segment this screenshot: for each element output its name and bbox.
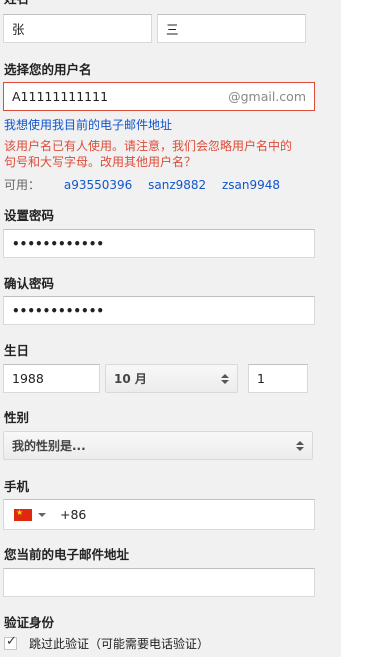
phone-input[interactable]: ★ +86	[3, 499, 315, 530]
birth-year-value: 1988	[12, 371, 44, 386]
country-selector[interactable]: ★	[14, 508, 46, 521]
country-code: +86	[60, 507, 87, 522]
birth-month-select[interactable]: 10 月	[105, 364, 238, 393]
suggestion-link-1[interactable]: a93550396	[64, 178, 132, 192]
birth-day-value: 1	[257, 371, 265, 386]
china-flag-icon: ★	[14, 508, 32, 521]
confirm-password-input[interactable]: ••••••••••••	[3, 296, 315, 325]
signup-form-panel: 姓名 张 三 选择您的用户名 A11111111111 @gmail.com 我…	[0, 0, 341, 657]
skip-verification-row: ✓ 跳过此验证（可能需要电话验证）	[4, 634, 210, 652]
username-value: A11111111111	[12, 89, 109, 104]
username-error-message: 该用户名已有人使用。请注意，我们会忽略用户名中的 句号和大写字母。改用其他用户名…	[4, 138, 334, 170]
username-domain-suffix: @gmail.com	[228, 89, 306, 104]
updown-arrows-icon	[296, 440, 304, 451]
current-email-input[interactable]	[3, 568, 315, 597]
phone-label: 手机	[4, 479, 30, 494]
use-current-email-link[interactable]: 我想使用我目前的电子邮件地址	[4, 116, 172, 133]
checkmark-icon: ✓	[6, 634, 17, 649]
updown-arrows-icon	[221, 373, 229, 384]
username-suggestions: 可用： a93550396 sanz9882 zsan9948	[4, 176, 280, 193]
username-label: 选择您的用户名	[4, 62, 92, 77]
birth-day-input[interactable]: 1	[248, 364, 308, 393]
first-name-value: 张	[12, 22, 25, 37]
gender-label: 性别	[4, 410, 30, 425]
username-error-line-2: 句号和大写字母。改用其他用户名？	[4, 155, 197, 169]
suggestion-link-2[interactable]: sanz9882	[148, 178, 206, 192]
skip-verification-checkbox[interactable]: ✓	[4, 634, 17, 650]
available-label: 可用：	[4, 178, 41, 192]
chevron-down-icon	[38, 512, 46, 517]
first-name-input[interactable]: 张	[3, 14, 152, 43]
username-error-line-1: 该用户名已有人使用。请注意，我们会忽略用户名中的	[4, 139, 293, 153]
confirm-password-value: ••••••••••••	[12, 303, 105, 318]
skip-verification-label: 跳过此验证（可能需要电话验证）	[29, 637, 210, 651]
last-name-input[interactable]: 三	[157, 14, 306, 43]
last-name-value: 三	[166, 22, 179, 37]
confirm-password-label: 确认密码	[4, 276, 55, 291]
username-input[interactable]: A11111111111 @gmail.com	[3, 82, 315, 111]
password-input[interactable]: ••••••••••••	[3, 229, 315, 258]
suggestion-link-3[interactable]: zsan9948	[222, 178, 280, 192]
verification-label: 验证身份	[4, 615, 55, 630]
password-value: ••••••••••••	[12, 236, 105, 251]
birth-month-value: 10 月	[114, 372, 147, 386]
birth-year-input[interactable]: 1988	[3, 364, 100, 393]
gender-select[interactable]: 我的性别是...	[3, 431, 313, 460]
current-email-label: 您当前的电子邮件地址	[4, 547, 130, 562]
gender-placeholder: 我的性别是...	[12, 439, 86, 453]
birthday-label: 生日	[4, 343, 30, 358]
password-label: 设置密码	[4, 208, 55, 223]
name-label: 姓名	[4, 0, 29, 7]
